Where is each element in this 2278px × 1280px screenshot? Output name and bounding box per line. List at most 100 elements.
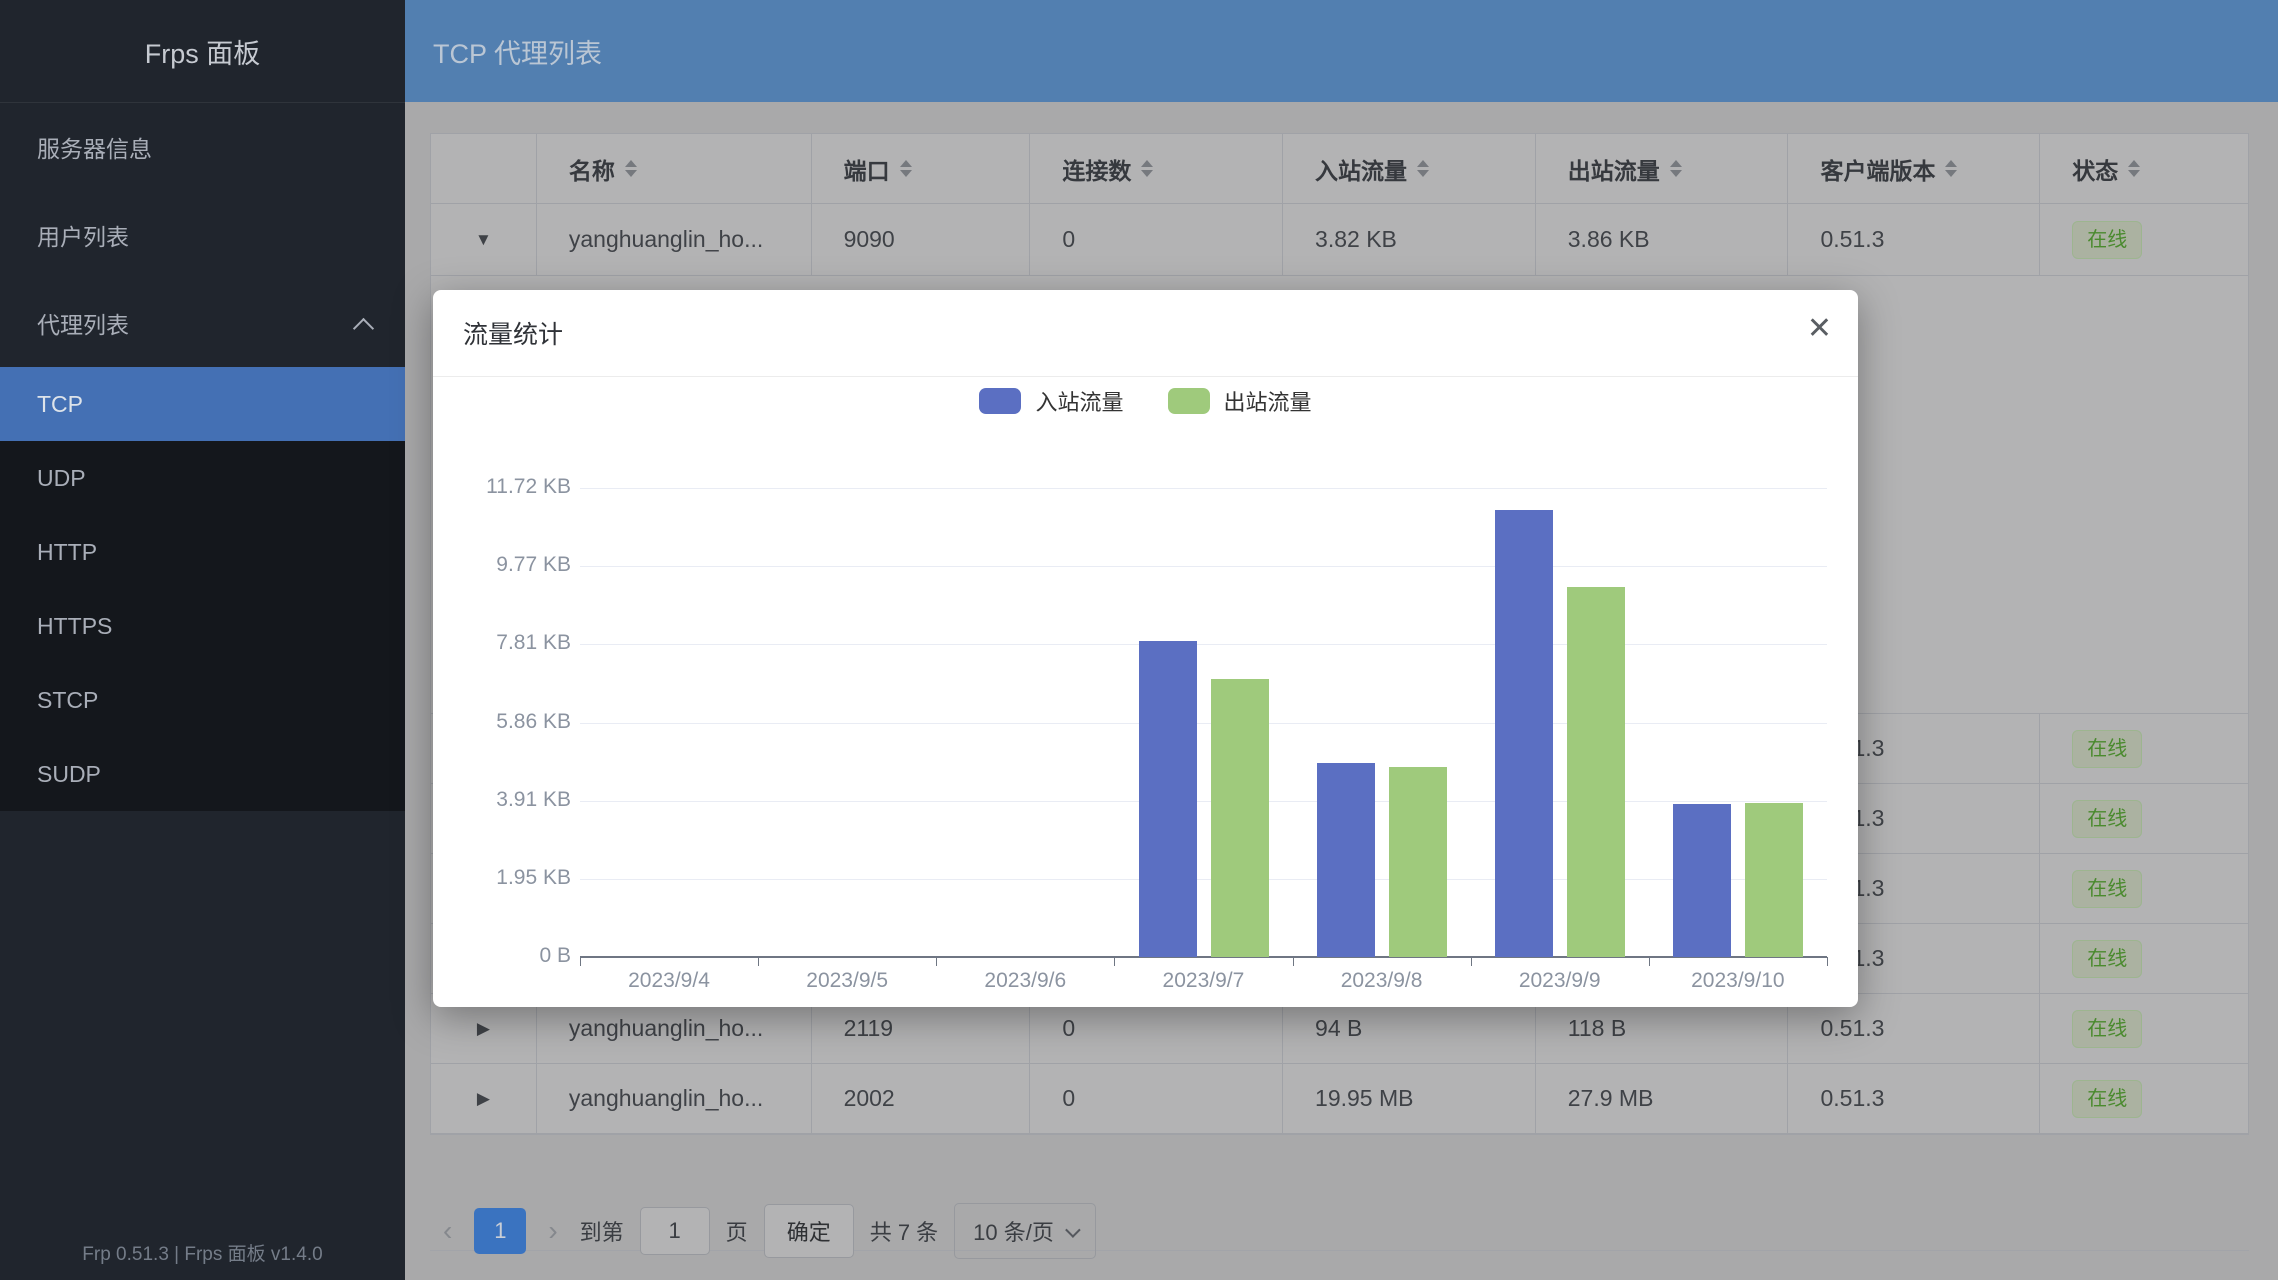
x-axis-tick xyxy=(758,957,759,966)
chart-bar-outbound xyxy=(1745,803,1803,957)
cell-port: 2002 xyxy=(812,1064,1031,1133)
proxy-submenu: TCP UDP HTTP HTTPS STCP SUDP xyxy=(0,367,405,811)
version-footer: Frp 0.51.3 | Frps 面板 v1.4.0 xyxy=(0,1239,405,1266)
chevron-down-icon xyxy=(1065,1222,1081,1238)
cell-traffic_in: 3.82 KB xyxy=(1283,204,1536,275)
sidebar-item-stcp[interactable]: STCP xyxy=(0,663,405,737)
submenu-label: STCP xyxy=(37,687,98,714)
submenu-label: TCP xyxy=(37,391,83,418)
submenu-label: UDP xyxy=(37,465,86,492)
legend-label: 出站流量 xyxy=(1224,385,1312,417)
cell-status: 在线 xyxy=(2040,854,2248,923)
row-expand-arrow[interactable]: ▼ xyxy=(475,230,492,250)
column-header: 连接数 xyxy=(1030,134,1283,203)
sort-carets-icon[interactable] xyxy=(2128,160,2140,177)
sidebar-item-label: 服务器信息 xyxy=(37,130,152,164)
page-size-value: 10 条/页 xyxy=(973,1215,1054,1247)
table-header-row: 名称端口连接数入站流量出站流量客户端版本状态 xyxy=(431,134,2248,204)
legend-label: 入站流量 xyxy=(1035,385,1123,417)
cell-port: 9090 xyxy=(812,204,1031,275)
sidebar-item-label: 用户列表 xyxy=(37,218,129,252)
column-header-label: 出站流量 xyxy=(1568,152,1660,186)
y-axis-tick-label: 7.81 KB xyxy=(451,631,571,655)
cell-status: 在线 xyxy=(2040,784,2248,853)
row-expand-arrow[interactable]: ▶ xyxy=(477,1089,490,1109)
column-header-label: 客户端版本 xyxy=(1820,152,1935,186)
pagination: ‹ 1 › 到第 页 确定 共 7 条 10 条/页 xyxy=(437,1203,1096,1259)
column-header: 状态 xyxy=(2040,134,2248,203)
gridline xyxy=(580,879,1827,880)
legend-item-inbound[interactable]: 入站流量 xyxy=(979,385,1123,417)
page-size-select[interactable]: 10 条/页 xyxy=(954,1203,1096,1259)
cell-expand: ▼ xyxy=(431,204,537,275)
cell-connections: 0 xyxy=(1030,1064,1283,1133)
column-header-label: 入站流量 xyxy=(1315,152,1407,186)
status-badge: 在线 xyxy=(2072,940,2142,978)
sidebar-item-user-list[interactable]: 用户列表 xyxy=(0,191,405,279)
next-page-button[interactable]: › xyxy=(542,1215,563,1247)
x-axis-tick xyxy=(1471,957,1472,966)
x-axis-tick xyxy=(936,957,937,966)
cell-name: yanghuanglin_ho... xyxy=(537,204,812,275)
sidebar-item-https[interactable]: HTTPS xyxy=(0,589,405,663)
topbar: TCP 代理列表 xyxy=(405,0,2278,102)
sort-carets-icon[interactable] xyxy=(900,160,912,177)
x-axis-label: 2023/9/6 xyxy=(936,969,1114,993)
y-axis-tick-label: 5.86 KB xyxy=(451,710,571,734)
cell-traffic_out: 3.86 KB xyxy=(1536,204,1789,275)
cell-client_version: 0.51.3 xyxy=(1788,1064,2040,1133)
chart-bar-outbound xyxy=(1567,587,1625,957)
chart-legend: 入站流量 出站流量 xyxy=(433,385,1858,417)
sidebar: Frps 面板 服务器信息 用户列表 代理列表 TCP UDP HTTP HTT… xyxy=(0,0,405,1280)
prev-page-button[interactable]: ‹ xyxy=(437,1215,458,1247)
cell-traffic_in: 19.95 MB xyxy=(1283,1064,1536,1133)
gridline xyxy=(580,644,1827,645)
cell-traffic_out: 27.9 MB xyxy=(1536,1064,1789,1133)
row-expand-arrow[interactable]: ▶ xyxy=(477,1019,490,1039)
gridline xyxy=(580,723,1827,724)
chart-bar-inbound xyxy=(1317,763,1375,957)
goto-page-input[interactable] xyxy=(640,1207,710,1255)
chevron-up-icon xyxy=(353,318,374,339)
goto-label: 到第 xyxy=(580,1215,624,1247)
cell-status: 在线 xyxy=(2040,994,2248,1063)
y-axis-tick-label: 9.77 KB xyxy=(451,553,571,577)
sidebar-item-sudp[interactable]: SUDP xyxy=(0,737,405,811)
sidebar-item-tcp[interactable]: TCP xyxy=(0,367,405,441)
x-axis-line xyxy=(580,956,1827,958)
sidebar-item-proxy-list[interactable]: 代理列表 xyxy=(0,279,405,367)
x-axis-label: 2023/9/7 xyxy=(1114,969,1292,993)
column-header-label: 名称 xyxy=(569,152,615,186)
page-title: TCP 代理列表 xyxy=(433,0,602,102)
status-badge: 在线 xyxy=(2072,1010,2142,1048)
legend-item-outbound[interactable]: 出站流量 xyxy=(1168,385,1312,417)
sort-carets-icon[interactable] xyxy=(1945,160,1957,177)
close-icon[interactable]: ✕ xyxy=(1807,314,1832,344)
x-axis-label: 2023/9/9 xyxy=(1471,969,1649,993)
cell-connections: 0 xyxy=(1030,204,1283,275)
sidebar-item-udp[interactable]: UDP xyxy=(0,441,405,515)
sort-carets-icon[interactable] xyxy=(1141,160,1153,177)
sort-carets-icon[interactable] xyxy=(1670,160,1682,177)
sort-carets-icon[interactable] xyxy=(625,160,637,177)
status-badge: 在线 xyxy=(2072,221,2142,259)
cell-client_version: 0.51.3 xyxy=(1788,204,2040,275)
sort-carets-icon[interactable] xyxy=(1417,160,1429,177)
column-header xyxy=(431,134,537,203)
sidebar-item-http[interactable]: HTTP xyxy=(0,515,405,589)
x-axis-label: 2023/9/10 xyxy=(1649,969,1827,993)
chart-bar-inbound xyxy=(1673,804,1731,957)
sidebar-item-server-info[interactable]: 服务器信息 xyxy=(0,103,405,191)
x-axis-label: 2023/9/8 xyxy=(1293,969,1471,993)
confirm-button[interactable]: 确定 xyxy=(764,1204,854,1258)
legend-swatch-icon xyxy=(979,388,1021,414)
modal-title: 流量统计 xyxy=(463,290,563,376)
frps-dashboard: Frps 面板 服务器信息 用户列表 代理列表 TCP UDP HTTP HTT… xyxy=(0,0,2278,1280)
total-count: 共 7 条 xyxy=(870,1215,938,1247)
status-badge: 在线 xyxy=(2072,1080,2142,1118)
y-axis-tick-label: 11.72 KB xyxy=(451,475,571,499)
legend-swatch-icon xyxy=(1168,388,1210,414)
gridline xyxy=(580,801,1827,802)
status-badge: 在线 xyxy=(2072,800,2142,838)
page-1-button[interactable]: 1 xyxy=(474,1208,526,1254)
